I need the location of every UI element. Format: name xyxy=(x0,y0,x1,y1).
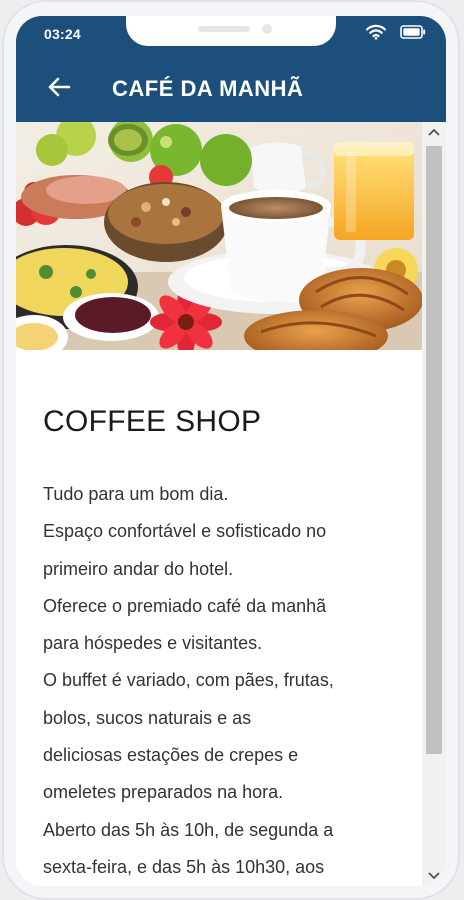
status-icons xyxy=(365,24,426,45)
text-line: O buffet é variado, com pães, frutas, xyxy=(43,670,334,691)
text-line: Aberto das 5h às 10h, de segunda a xyxy=(43,819,334,840)
content-area: COFFEE SHOP Tudo para um bom dia. Espaço… xyxy=(16,122,446,886)
text-line: Oferece o premiado café da manhã xyxy=(43,595,327,616)
page-title: CAFÉ DA MANHÃ xyxy=(112,76,304,101)
chevron-up-icon xyxy=(428,123,440,141)
text-line: bolos, sucos naturais e as xyxy=(43,707,252,728)
app-screen: 03:24 CAFÉ DA MANHÃ COFFEE SHOP Tudo par… xyxy=(16,16,446,886)
wifi-icon xyxy=(365,24,387,45)
arrow-left-icon xyxy=(47,77,71,102)
scroll-down-button[interactable] xyxy=(422,866,446,886)
description-text: Tudo para um bom dia. Espaço confortável… xyxy=(43,476,403,886)
text-line: omeletes preparados na hora. xyxy=(43,782,284,803)
scroll-thumb[interactable] xyxy=(426,146,442,754)
section-heading: COFFEE SHOP xyxy=(43,405,262,438)
chevron-down-icon xyxy=(428,867,440,885)
text-line: sexta-feira, e das 5h às 10h30, aos xyxy=(43,856,325,877)
hero-image xyxy=(16,122,422,350)
phone-frame: 03:24 CAFÉ DA MANHÃ COFFEE SHOP Tudo par… xyxy=(2,0,460,900)
app-header: 03:24 CAFÉ DA MANHÃ xyxy=(16,16,446,122)
phone-frame-background: 03:24 CAFÉ DA MANHÃ COFFEE SHOP Tudo par… xyxy=(0,0,464,900)
text-line: Espaço confortável e sofisticado no xyxy=(43,521,327,542)
status-time: 03:24 xyxy=(44,26,81,42)
vertical-scrollbar[interactable] xyxy=(422,122,446,886)
text-line: deliciosas estações de crepes e xyxy=(43,745,299,766)
phone-notch xyxy=(126,16,336,46)
speaker-grille xyxy=(198,26,250,32)
back-button[interactable] xyxy=(42,72,76,106)
scroll-up-button[interactable] xyxy=(422,122,446,142)
text-line: para hóspedes e visitantes. xyxy=(43,633,263,654)
battery-icon xyxy=(400,24,426,44)
status-bar: 03:24 xyxy=(16,16,446,52)
text-line: primeiro andar do hotel. xyxy=(43,558,234,579)
text-line: Tudo para um bom dia. xyxy=(43,484,229,504)
article-body: COFFEE SHOP Tudo para um bom dia. Espaço… xyxy=(16,350,422,886)
front-camera xyxy=(262,24,272,34)
